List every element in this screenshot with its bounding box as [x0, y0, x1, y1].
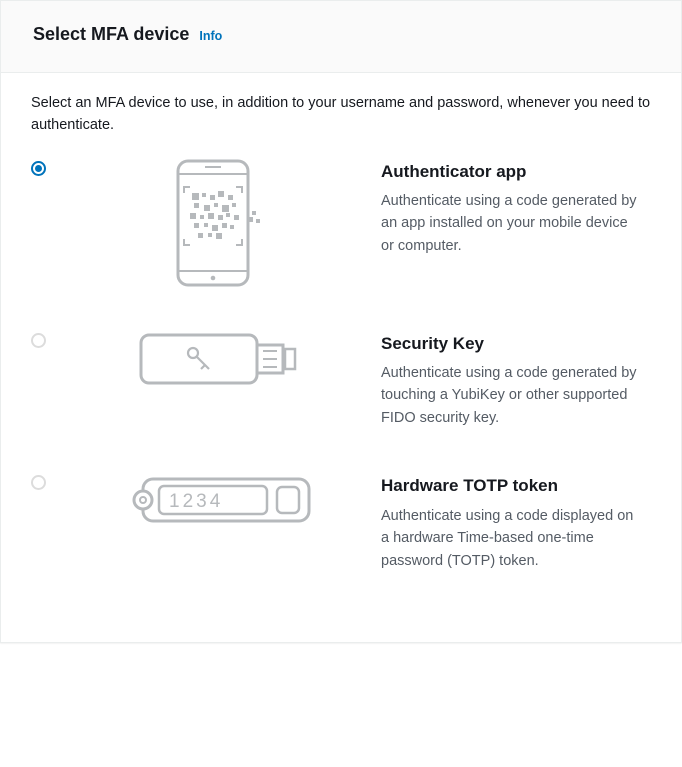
option-title: Authenticator app: [381, 159, 641, 185]
mfa-device-panel: Select MFA device Info Select an MFA dev…: [0, 0, 682, 643]
option-text: Hardware TOTP token Authenticate using a…: [381, 473, 651, 572]
radio-security-key[interactable]: [31, 333, 46, 348]
option-text: Authenticator app Authenticate using a c…: [381, 159, 651, 258]
panel-header: Select MFA device Info: [1, 1, 681, 73]
option-title: Security Key: [381, 331, 641, 357]
radio-cell: [31, 331, 61, 354]
option-authenticator-app[interactable]: Authenticator app Authenticate using a c…: [31, 155, 651, 327]
option-icon-cell: [61, 331, 381, 387]
option-security-key[interactable]: Security Key Authenticate using a code g…: [31, 327, 651, 470]
hardware-token-icon: 1234: [129, 473, 313, 527]
option-icon-cell: 1234: [61, 473, 381, 527]
option-title: Hardware TOTP token: [381, 473, 641, 499]
option-description: Authenticate using a code generated by t…: [381, 362, 641, 429]
panel-title: Select MFA device: [33, 21, 189, 48]
radio-cell: [31, 473, 61, 496]
intro-text: Select an MFA device to use, in addition…: [31, 93, 651, 137]
authenticator-app-icon: [160, 159, 282, 287]
token-display: 1234: [169, 491, 223, 512]
radio-hardware-token[interactable]: [31, 475, 46, 490]
option-hardware-totp-token[interactable]: 1234 Hardware TOTP token Authenticate us…: [31, 469, 651, 602]
panel-body: Select an MFA device to use, in addition…: [1, 73, 681, 642]
option-description: Authenticate using a code generated by a…: [381, 190, 641, 257]
option-description: Authenticate using a code displayed on a…: [381, 505, 641, 572]
option-text: Security Key Authenticate using a code g…: [381, 331, 651, 430]
radio-authenticator[interactable]: [31, 161, 46, 176]
info-link[interactable]: Info: [199, 27, 222, 46]
option-icon-cell: [61, 159, 381, 287]
security-key-icon: [137, 331, 305, 387]
radio-cell: [31, 159, 61, 182]
